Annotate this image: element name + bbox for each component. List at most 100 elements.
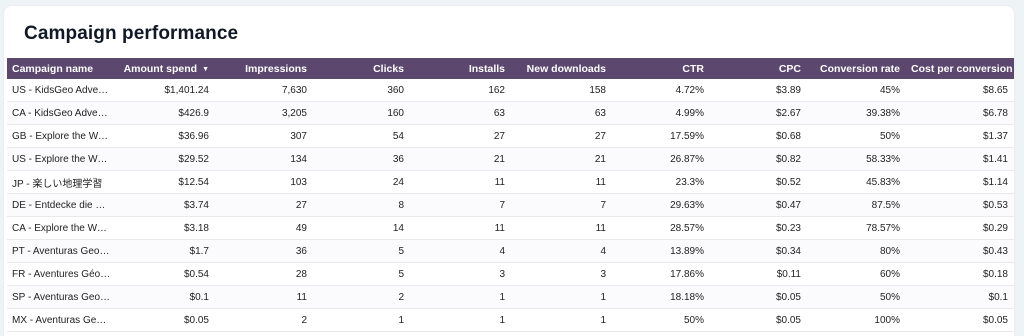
cell-installs: 4 [410,239,511,263]
column-header-amount-spend[interactable]: Amount spend ▼ [117,58,215,79]
table-row: DE - Entdecke die Welt $3.74 27 8 7 7 29.63% $0… [7,193,1014,217]
cell-ctr: 17.59% [612,124,710,148]
column-header-cpc[interactable]: CPC [710,58,807,79]
cell-amount-spend: $426.9 [117,101,215,125]
cell-ctr: 18.18% [612,285,710,309]
cell-clicks: 14 [313,216,410,240]
cell-clicks: 5 [313,239,410,263]
cell-campaign-name: SP - Aventuras Geográficas [7,285,117,309]
cell-installs: 21 [410,147,511,171]
cell-campaign-name: DE - Entdecke die Welt [7,193,117,217]
cell-clicks: 1 [313,308,410,332]
column-header-new-downloads[interactable]: New downloads [511,58,612,79]
cell-cpc: $2.67 [710,101,807,125]
cell-installs: 1 [410,308,511,332]
sort-descending-icon[interactable]: ▼ [202,66,209,73]
cell-amount-spend: $29.52 [117,147,215,171]
cell-impressions: 307 [215,124,313,148]
cell-campaign-name: GB - Explore the World [7,124,117,148]
column-header-ctr[interactable]: CTR [612,58,710,79]
cell-ctr: 17.86% [612,262,710,286]
cell-impressions: 11 [215,285,313,309]
cell-campaign-name: FR - Aventures Géographiques [7,262,117,286]
column-header-label: Impressions [245,62,307,75]
cell-conversion-rate: 87.5% [807,193,906,217]
cell-impressions: 103 [215,170,313,194]
column-header-campaign-name[interactable]: Campaign name [7,58,117,79]
column-header-label: Conversion rate [820,62,900,75]
cell-cost-per-conversion: $8.65 [906,79,1014,102]
cell-impressions: 7,630 [215,79,313,102]
cell-cpc: $0.68 [710,124,807,148]
cell-amount-spend: $0.1 [117,285,215,309]
cell-amount-spend: $0.54 [117,262,215,286]
cell-cpc: $3.89 [710,79,807,102]
cell-impressions: 27 [215,193,313,217]
column-header-label: Clicks [373,62,404,75]
cell-cpc: $0.47 [710,193,807,217]
cell-clicks: 24 [313,170,410,194]
cell-conversion-rate: 100% [807,308,906,332]
column-header-label: Campaign name [12,62,94,75]
cell-campaign-name: PT - Aventuras Geográficas [7,239,117,263]
cell-installs: 63 [410,101,511,125]
cell-conversion-rate: 80% [807,239,906,263]
cell-impressions: 36 [215,239,313,263]
cell-cpc: $0.52 [710,170,807,194]
table-row: US - KidsGeo Adventures $1,401.24 7,630 360… [7,79,1014,102]
column-header-label: New downloads [526,62,606,75]
table-row: PT - Aventuras Geográficas$1.73654413.89… [7,239,1014,263]
campaign-table: Campaign name Amount spend ▼ Impressions Cli… [7,58,1014,332]
cell-ctr: 4.99% [612,101,710,125]
cell-clicks: 8 [313,193,410,217]
table-row: US - Explore the World $29.52 134 36 21 21 26.… [7,147,1014,171]
cell-ctr: 29.63% [612,193,710,217]
cell-installs: 11 [410,170,511,194]
table-row: GB - Explore the World $36.96 307 54 27 27 17.… [7,124,1014,148]
cell-ctr: 13.89% [612,239,710,263]
cell-impressions: 2 [215,308,313,332]
cell-conversion-rate: 78.57% [807,216,906,240]
cell-ctr: 26.87% [612,147,710,171]
table-row: FR - Aventures Géographiques$0.542853317… [7,262,1014,286]
cell-amount-spend: $1.7 [117,239,215,263]
cell-campaign-name: CA - Explore the World [7,216,117,240]
cell-impressions: 3,205 [215,101,313,125]
cell-cost-per-conversion: $0.1 [906,285,1014,309]
cell-cost-per-conversion: $1.14 [906,170,1014,194]
column-header-conversion-rate[interactable]: Conversion rate [807,58,906,79]
cell-cpc: $0.23 [710,216,807,240]
cell-new-downloads: 158 [511,79,612,102]
cell-campaign-name: US - Explore the World [7,147,117,171]
table-row: MX - Aventuras Geográficas$0.05211150%$0… [7,308,1014,332]
cell-cost-per-conversion: $0.43 [906,239,1014,263]
cell-conversion-rate: 58.33% [807,147,906,171]
column-header-installs[interactable]: Installs [410,58,511,79]
cell-impressions: 49 [215,216,313,240]
cell-installs: 1 [410,285,511,309]
cell-new-downloads: 63 [511,101,612,125]
cell-installs: 3 [410,262,511,286]
cell-clicks: 54 [313,124,410,148]
cell-cost-per-conversion: $0.05 [906,308,1014,332]
cell-cost-per-conversion: $6.78 [906,101,1014,125]
cell-impressions: 28 [215,262,313,286]
column-header-label: CTR [682,62,704,75]
table-row: CA - KidsGeo Adventures $426.9 3,205 160 63 6… [7,101,1014,125]
cell-conversion-rate: 50% [807,124,906,148]
cell-ctr: 4.72% [612,79,710,102]
column-header-cost-per-conversion[interactable]: Cost per conversion [906,58,1014,79]
cell-new-downloads: 4 [511,239,612,263]
cell-amount-spend: $36.96 [117,124,215,148]
cell-campaign-name: CA - KidsGeo Adventures [7,101,117,125]
column-header-label: CPC [778,62,801,75]
cell-new-downloads: 1 [511,308,612,332]
cell-campaign-name: MX - Aventuras Geográficas [7,308,117,332]
column-header-impressions[interactable]: Impressions [215,58,313,79]
cell-new-downloads: 1 [511,285,612,309]
cell-campaign-name: JP - 楽しい地理学習 [7,170,117,194]
column-header-clicks[interactable]: Clicks [313,58,410,79]
cell-ctr: 28.57% [612,216,710,240]
table-row: CA - Explore the World $3.18 49 14 11 11 28.57… [7,216,1014,240]
cell-cpc: $0.11 [710,262,807,286]
